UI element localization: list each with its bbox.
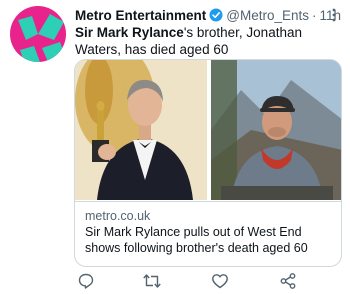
card-photo-oscar	[75, 60, 207, 200]
card-title: Sir Mark Rylance pulls out of West End s…	[85, 225, 308, 255]
tweet-text: Sir Mark Rylance's brother, Jonathan Wat…	[75, 24, 345, 58]
tweet-header: Metro Entertainment @Metro_Ents · 11h	[75, 6, 343, 24]
more-options-icon[interactable]	[327, 6, 341, 24]
link-preview-card[interactable]: metro.co.uk Sir Mark Rylance pulls out o…	[74, 59, 342, 267]
metro-logo-icon	[10, 6, 66, 62]
retweet-icon[interactable]	[142, 271, 162, 291]
card-media[interactable]	[75, 60, 341, 200]
share-icon[interactable]	[278, 271, 298, 291]
author-avatar[interactable]	[10, 6, 66, 62]
author-handle[interactable]: @Metro_Ents	[226, 8, 309, 23]
card-photo-brother	[211, 60, 341, 200]
separator-dot: ·	[312, 7, 317, 23]
tweet-actions	[74, 268, 342, 294]
tweet-text-highlight: Sir Mark Rylance	[75, 25, 184, 40]
verified-badge-icon	[209, 8, 223, 22]
like-icon[interactable]	[210, 271, 230, 291]
reply-icon[interactable]	[76, 271, 96, 291]
card-domain: metro.co.uk	[85, 209, 151, 223]
card-info[interactable]: metro.co.uk Sir Mark Rylance pulls out o…	[75, 201, 341, 262]
author-name[interactable]: Metro Entertainment	[75, 8, 206, 23]
